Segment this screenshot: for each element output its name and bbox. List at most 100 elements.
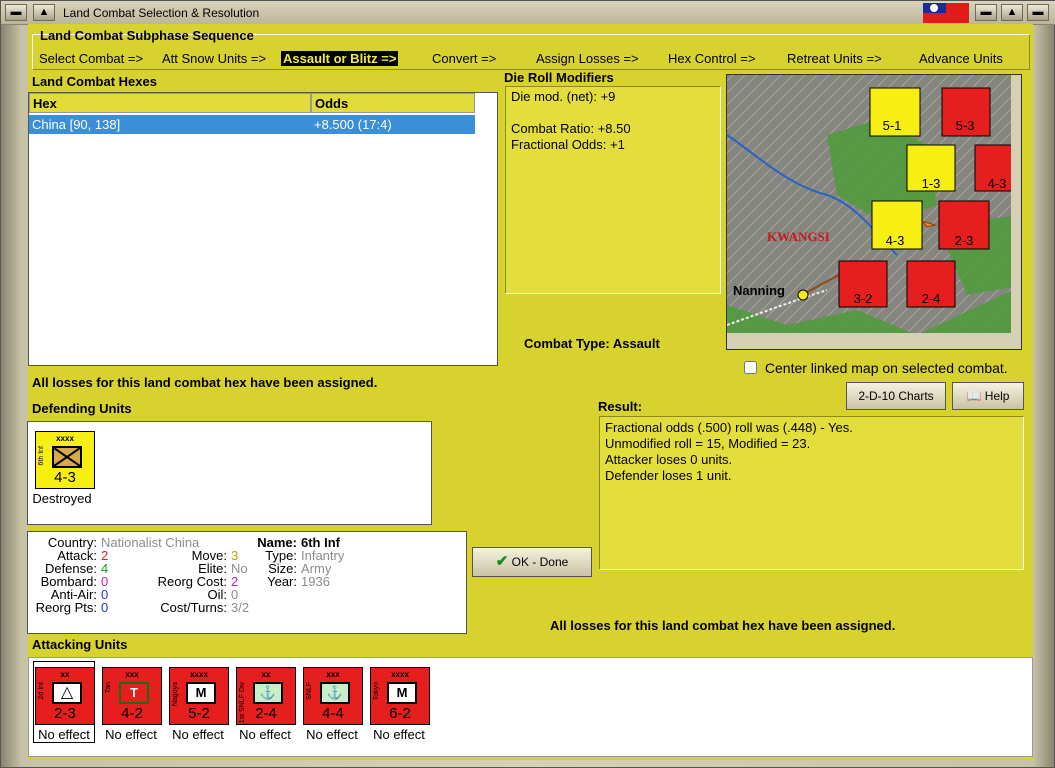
svg-text:3-2: 3-2 bbox=[854, 291, 873, 306]
unit-size-mark: xxxx bbox=[56, 434, 74, 443]
attacking-units-header: Attacking Units bbox=[32, 637, 128, 652]
reorg-pts-value: 0 bbox=[101, 600, 109, 615]
anchor-symbol-icon: ⚓ bbox=[320, 682, 350, 704]
ok-done-label: OK - Done bbox=[511, 555, 569, 569]
tank-symbol-icon: T bbox=[119, 682, 149, 704]
step-advance-units: Advance Units bbox=[919, 51, 1003, 66]
step-assign-losses: Assign Losses => bbox=[536, 51, 639, 66]
cost-turns-value: 3/2 bbox=[231, 600, 250, 615]
attacker-status-3: No effect bbox=[172, 727, 224, 742]
motorized-symbol-icon: M bbox=[387, 682, 417, 704]
checkmark-icon: ✔ bbox=[495, 553, 509, 570]
combat-hexes-header: Land Combat Hexes bbox=[32, 74, 157, 89]
svg-text:4-3: 4-3 bbox=[886, 233, 905, 248]
result-line-3: Attacker loses 0 units. bbox=[605, 452, 733, 467]
anchor-symbol-icon: ⚓ bbox=[253, 682, 283, 704]
unit-strength: 2-3 bbox=[54, 705, 76, 722]
charts-button[interactable]: 2-D-10 Charts bbox=[846, 382, 946, 410]
fractional-odds-text: Fractional Odds: +1 bbox=[511, 137, 625, 152]
unit-strength: 4-2 bbox=[121, 705, 143, 722]
attacker-status-6: No effect bbox=[373, 727, 425, 742]
hex-row-cell[interactable]: China [90, 138] bbox=[29, 115, 311, 134]
modifiers-header: Die Roll Modifiers bbox=[504, 70, 614, 85]
help-button-label: Help bbox=[984, 389, 1010, 403]
unit-strength: 4-4 bbox=[322, 705, 344, 722]
cost-turns-label: Cost/Turns: bbox=[160, 600, 227, 615]
ok-done-button[interactable]: ✔ OK - Done bbox=[472, 547, 592, 577]
unit-side-label: 6th Inf bbox=[38, 446, 45, 466]
infantry-symbol-icon bbox=[52, 446, 82, 468]
help-button[interactable]: 📖 Help bbox=[952, 382, 1024, 410]
combat-ratio-text: Combat Ratio: +8.50 bbox=[511, 121, 631, 136]
modifiers-box bbox=[505, 86, 721, 294]
defending-unit-counter[interactable]: xxxx 6th Inf 4-3 bbox=[35, 431, 95, 489]
taiwan-flag-icon bbox=[923, 3, 969, 23]
step-att-snow-units: Att Snow Units => bbox=[162, 51, 267, 66]
col-odds[interactable]: Odds bbox=[311, 93, 475, 113]
infantry-cross-icon bbox=[53, 447, 81, 467]
motorized-symbol-icon: M bbox=[186, 682, 216, 704]
help-book-icon: 📖 bbox=[966, 389, 982, 403]
result-line-4: Defender loses 1 unit. bbox=[605, 468, 732, 483]
result-line-1: Fractional odds (.500) roll was (.448) -… bbox=[605, 420, 853, 435]
attacker-counter-2[interactable]: xxx Tan T 4-2 bbox=[102, 667, 162, 725]
unit-size-mark: xx bbox=[60, 670, 70, 679]
attacker-counter-1[interactable]: xx 2d Inf △ 2-3 bbox=[35, 667, 95, 725]
defending-unit-status: Destroyed bbox=[32, 491, 92, 506]
attacker-status-1: No effect bbox=[38, 727, 90, 742]
map-region-label: KWANGSI bbox=[767, 229, 830, 244]
reorg-pts-label: Reorg Pts: bbox=[35, 600, 97, 615]
center-map-label: Center linked map on selected combat. bbox=[764, 360, 1008, 376]
year-label: Year: bbox=[267, 574, 297, 589]
step-assault-or-blitz: Assault or Blitz => bbox=[281, 51, 399, 66]
attacker-status-4: No effect bbox=[239, 727, 291, 742]
title-bar: ▬ ▲ Land Combat Selection & Resolution ▬… bbox=[1, 1, 1055, 25]
attacker-counter-4[interactable]: xx 1st SNLF Div ⚓ 2-4 bbox=[236, 667, 296, 725]
unit-size-mark: xx bbox=[261, 670, 271, 679]
restore-button[interactable]: ▲ bbox=[33, 4, 55, 21]
unit-strength: 5-2 bbox=[188, 705, 210, 722]
window-menu-button[interactable]: ▬ bbox=[5, 4, 27, 21]
combat-type-label: Combat Type: Assault bbox=[524, 336, 660, 351]
unit-size-mark: xxx bbox=[125, 670, 139, 679]
unit-strength: 2-4 bbox=[255, 705, 277, 722]
result-header: Result: bbox=[598, 399, 643, 414]
attacker-counter-5[interactable]: xxx SNLF ⚓ 4-4 bbox=[303, 667, 363, 725]
svg-text:4-3: 4-3 bbox=[988, 176, 1007, 191]
mountain-symbol-icon: △ bbox=[52, 682, 82, 704]
subphase-header: Land Combat Subphase Sequence bbox=[40, 28, 254, 43]
svg-text:2-3: 2-3 bbox=[955, 233, 974, 248]
result-line-2: Unmodified roll = 15, Modified = 23. bbox=[605, 436, 811, 451]
window-title: Land Combat Selection & Resolution bbox=[63, 6, 260, 20]
losses-assigned-message: All losses for this land combat hex have… bbox=[32, 375, 378, 390]
center-map-checkbox[interactable] bbox=[744, 361, 757, 374]
unit-side-label: 2d Inf bbox=[38, 682, 45, 700]
attacker-status-5: No effect bbox=[306, 727, 358, 742]
close-button[interactable]: ▬ bbox=[1027, 4, 1049, 21]
col-hex[interactable]: Hex bbox=[29, 93, 311, 113]
svg-text:5-3: 5-3 bbox=[956, 118, 975, 133]
minimize-button[interactable]: ▬ bbox=[975, 4, 997, 21]
attacker-counter-3[interactable]: xxxx Nagoya M 5-2 bbox=[169, 667, 229, 725]
step-retreat-units: Retreat Units => bbox=[787, 51, 882, 66]
svg-text:2-4: 2-4 bbox=[922, 291, 941, 306]
center-map-option[interactable]: Center linked map on selected combat. bbox=[744, 360, 1008, 376]
unit-side-label: Tan bbox=[105, 682, 112, 694]
step-select-combat: Select Combat => bbox=[39, 51, 144, 66]
unit-side-label: Tokyo bbox=[373, 682, 380, 701]
year-value: 1936 bbox=[301, 574, 330, 589]
defending-units-header: Defending Units bbox=[32, 401, 132, 416]
unit-size-mark: xxx bbox=[326, 670, 340, 679]
unit-side-label: Nagoya bbox=[172, 682, 179, 707]
map-city-label: Nanning bbox=[733, 283, 785, 298]
step-hex-control: Hex Control => bbox=[668, 51, 756, 66]
maximize-button[interactable]: ▲ bbox=[1001, 4, 1023, 21]
losses-assigned-message-2: All losses for this land combat hex have… bbox=[550, 618, 896, 633]
odds-row-cell[interactable]: +8.500 (17:4) bbox=[311, 115, 475, 134]
svg-text:1-3: 1-3 bbox=[922, 176, 941, 191]
unit-size-mark: xxxx bbox=[190, 670, 208, 679]
unit-size-mark: xxxx bbox=[391, 670, 409, 679]
attacker-counter-6[interactable]: xxxx Tokyo M 6-2 bbox=[370, 667, 430, 725]
attacker-status-2: No effect bbox=[105, 727, 157, 742]
linked-map[interactable]: KWANGSI Nanning 5-1 5-3 1-3 4-3 4-3 2-3 … bbox=[726, 74, 1022, 350]
